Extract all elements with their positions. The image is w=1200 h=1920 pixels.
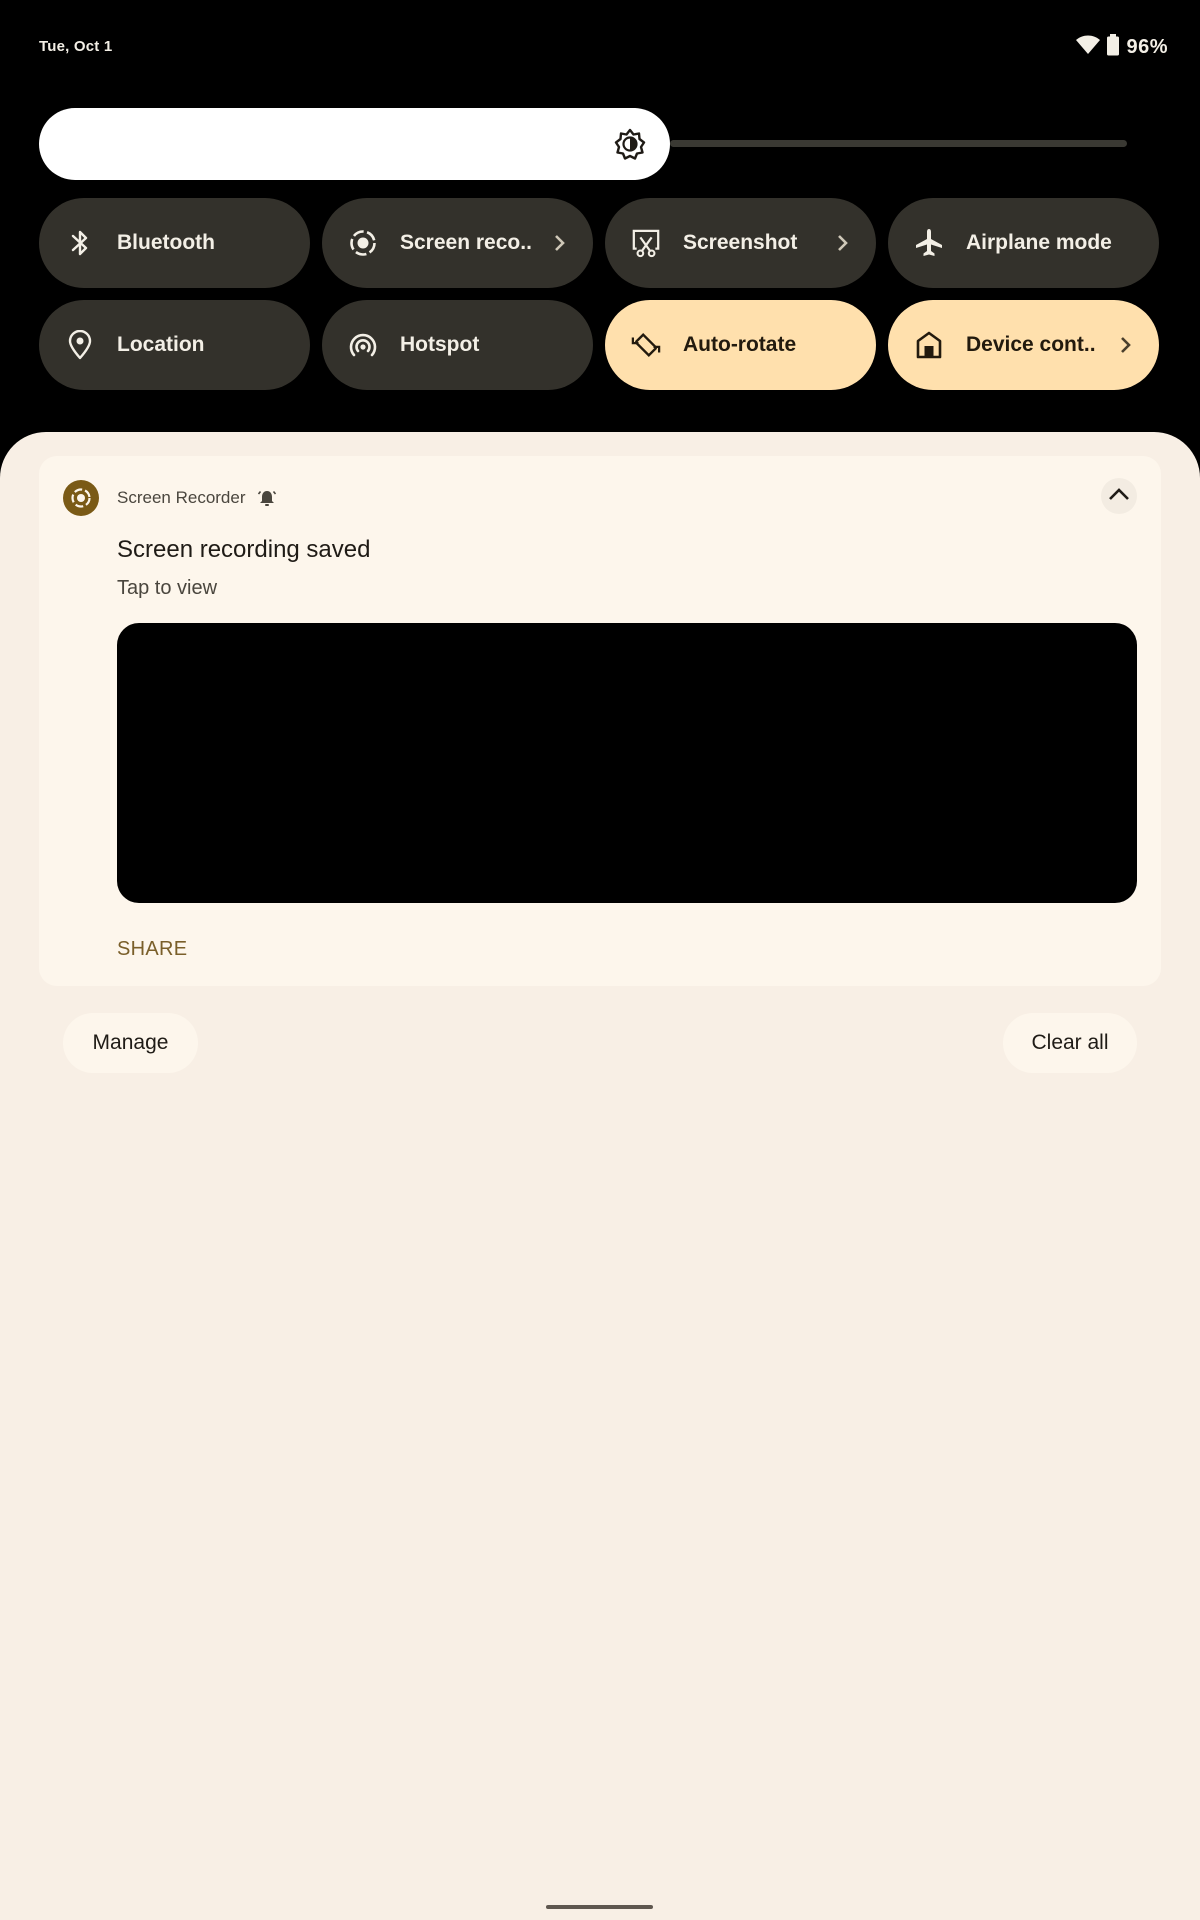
tile-screenshot[interactable]: Screenshot: [605, 198, 876, 288]
manage-button[interactable]: Manage: [63, 1013, 198, 1073]
tile-label: Location: [117, 333, 205, 356]
tile-hotspot[interactable]: Hotspot: [322, 300, 593, 390]
airplane-icon: [914, 228, 944, 258]
tile-label: Airplane mode: [966, 231, 1112, 254]
tile-bluetooth[interactable]: Bluetooth: [39, 198, 310, 288]
notification-app-name: Screen Recorder: [117, 488, 246, 507]
auto-rotate-icon: [631, 330, 661, 360]
recording-thumbnail[interactable]: [117, 623, 1137, 903]
tile-auto-rotate[interactable]: Auto-rotate: [605, 300, 876, 390]
battery-percent: 96%: [1126, 36, 1168, 58]
tile-label: Auto-rotate: [683, 333, 797, 356]
tile-label: Hotspot: [400, 333, 480, 356]
bell-icon: [257, 488, 277, 508]
notification-title: Screen recording saved: [117, 536, 371, 563]
home-icon: [914, 330, 944, 360]
tile-airplane-mode[interactable]: Airplane mode: [888, 198, 1159, 288]
status-date: Tue, Oct 1: [39, 38, 113, 55]
chevron-right-icon: [549, 233, 569, 253]
notification-text: Tap to view: [117, 577, 218, 599]
wifi-icon: [1076, 35, 1101, 60]
bluetooth-icon: [65, 228, 95, 258]
tile-label: Bluetooth: [117, 231, 215, 254]
tile-location[interactable]: Location: [39, 300, 310, 390]
status-icons: 96%: [1076, 34, 1168, 61]
chevron-right-icon: [1115, 335, 1135, 355]
tile-label: Device cont..: [966, 333, 1096, 356]
brightness-fill[interactable]: [39, 108, 670, 180]
location-icon: [65, 330, 95, 360]
tile-device-controls[interactable]: Device cont..: [888, 300, 1159, 390]
battery-icon: [1106, 34, 1120, 61]
clear-all-button[interactable]: Clear all: [1003, 1013, 1137, 1073]
screen-record-icon: [348, 228, 378, 258]
navigation-handle[interactable]: [546, 1905, 653, 1909]
share-button[interactable]: SHARE: [117, 938, 187, 961]
brightness-slider[interactable]: [39, 108, 1127, 180]
brightness-auto-icon: [614, 128, 646, 160]
tile-label: Screen reco..: [400, 231, 532, 254]
quick-settings-grid: Bluetooth Screen reco.. Screenshot Airpl…: [39, 198, 1161, 390]
tile-screen-record[interactable]: Screen reco..: [322, 198, 593, 288]
expand-button[interactable]: [1101, 478, 1137, 514]
brightness-track[interactable]: [670, 140, 1127, 147]
hotspot-icon: [348, 330, 378, 360]
chevron-right-icon: [832, 233, 852, 253]
tile-label: Screenshot: [683, 231, 798, 254]
chevron-up-icon: [1108, 487, 1130, 506]
screen-record-icon: [63, 480, 99, 516]
screenshot-icon: [631, 228, 661, 258]
notification-card[interactable]: Screen Recorder Screen recording saved T…: [39, 456, 1161, 986]
